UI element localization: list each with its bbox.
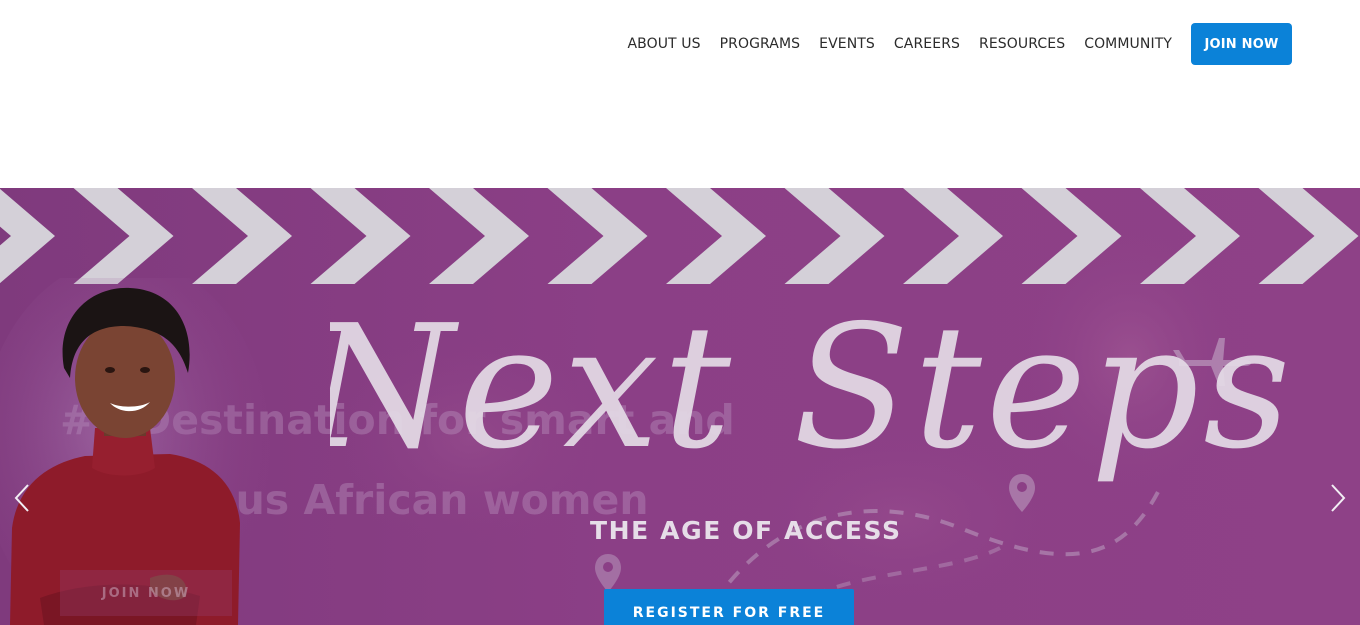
chevron-shape xyxy=(784,188,885,284)
chevron-shape xyxy=(429,188,529,284)
chevron-shape xyxy=(73,188,174,284)
chevron-shape xyxy=(1258,188,1359,284)
hero-subtitle: THE AGE OF ACCESS xyxy=(590,516,902,545)
nav-careers[interactable]: CAREERS xyxy=(894,23,960,65)
nav-programs[interactable]: PROGRAMS xyxy=(720,23,801,65)
chevron-shape xyxy=(547,188,648,284)
hero-title: Next Steps xyxy=(330,289,1290,487)
chevron-right-icon[interactable] xyxy=(1326,483,1350,513)
chevron-pattern xyxy=(0,188,1359,284)
chevron-shape xyxy=(0,188,55,284)
site-header: ABOUT US PROGRAMS EVENTS CAREERS RESOURC… xyxy=(0,0,1360,188)
chevron-shape xyxy=(192,188,292,284)
main-nav: ABOUT US PROGRAMS EVENTS CAREERS RESOURC… xyxy=(608,23,1292,65)
join-now-faded-button: JOIN NOW xyxy=(60,570,232,616)
hero-slider: #1 Destination for smart and ambitious A… xyxy=(0,188,1360,625)
nav-community[interactable]: COMMUNITY xyxy=(1084,23,1172,65)
chevron-shape xyxy=(1021,188,1122,284)
chevron-shape xyxy=(310,188,411,284)
chevron-shape xyxy=(903,188,1003,284)
nav-events[interactable]: EVENTS xyxy=(819,23,875,65)
chevron-shape xyxy=(1140,188,1240,284)
register-button[interactable]: REGISTER FOR FREE xyxy=(604,589,854,625)
chevron-left-icon[interactable] xyxy=(10,483,34,513)
join-now-button[interactable]: JOIN NOW xyxy=(1191,23,1292,65)
chevron-shape xyxy=(666,188,766,284)
hero-title-text: Next Steps xyxy=(330,289,1290,487)
nav-about-us[interactable]: ABOUT US xyxy=(627,23,700,65)
nav-resources[interactable]: RESOURCES xyxy=(979,23,1065,65)
